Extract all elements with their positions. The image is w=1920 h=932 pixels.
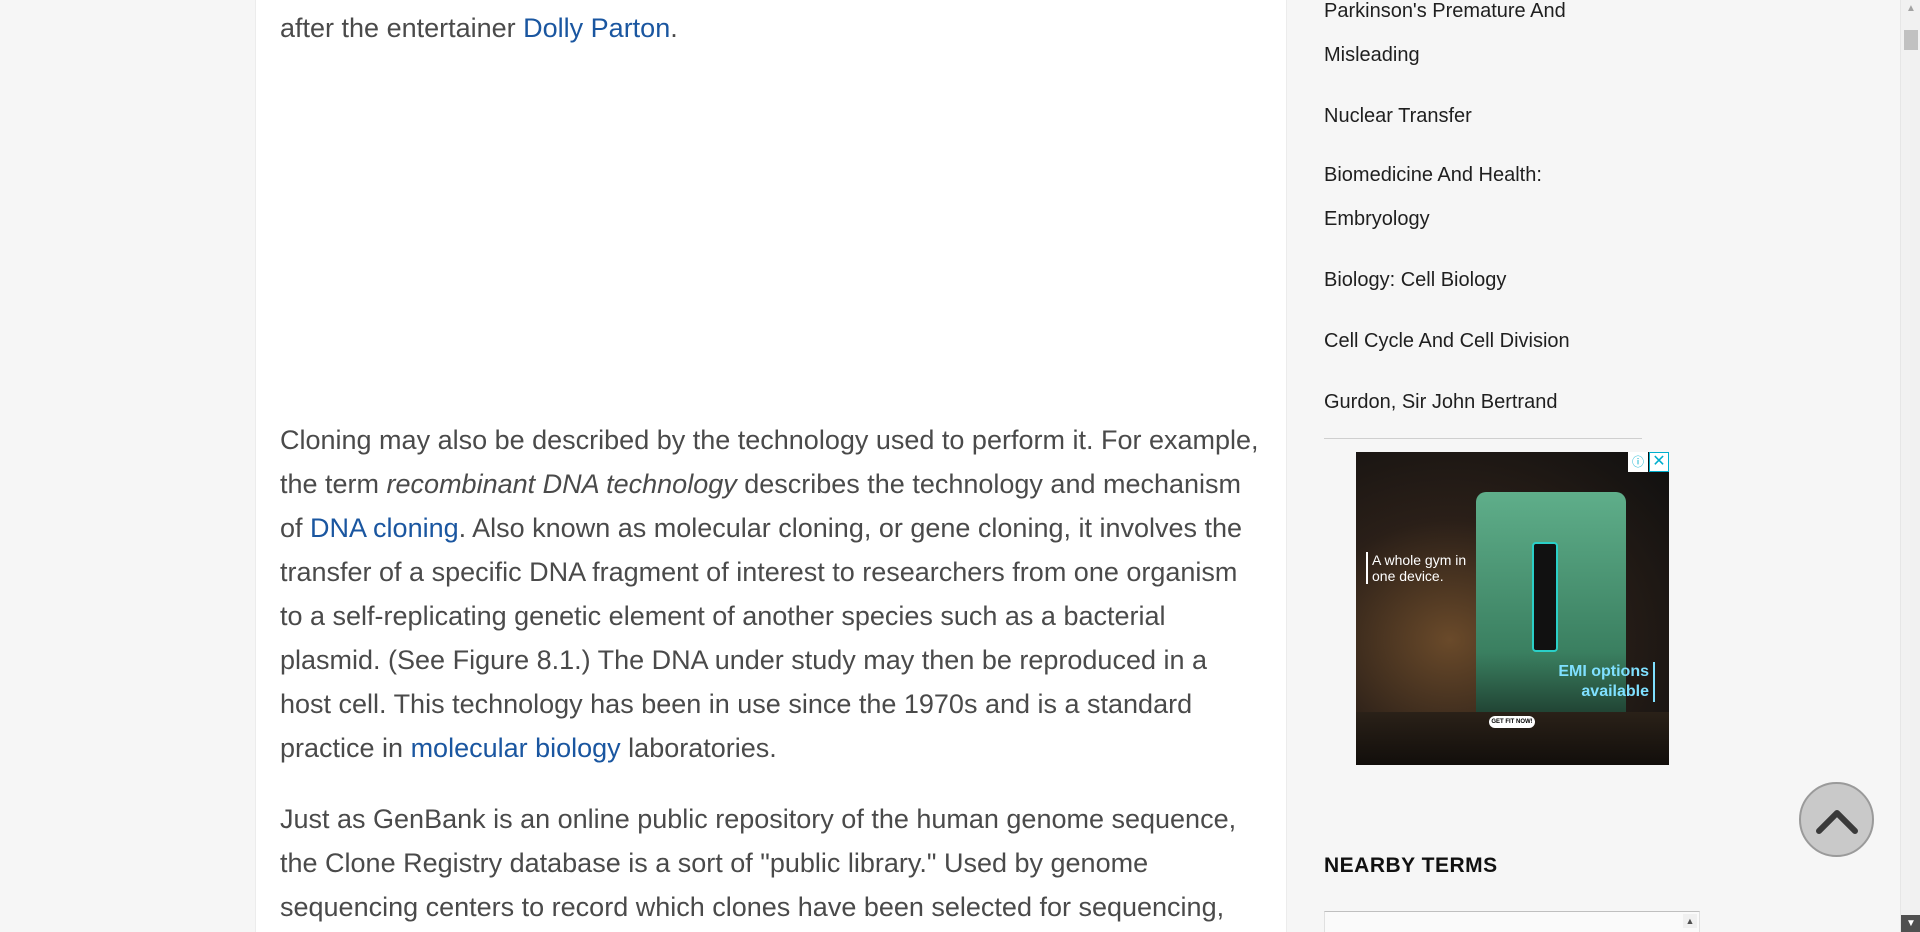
article-paragraph-cloning-technology: Cloning may also be described by the tec…: [280, 418, 1265, 770]
related-link-cell-cycle[interactable]: Cell Cycle And Cell Division: [1324, 319, 1624, 363]
link-dolly-parton[interactable]: Dolly Parton: [523, 13, 670, 43]
nearby-terms-list[interactable]: ▲: [1324, 911, 1700, 932]
article-ad-space: [280, 70, 1265, 390]
nearby-scroll-up-icon[interactable]: ▲: [1683, 914, 1697, 928]
scroll-down-arrow-icon[interactable]: ▼: [1901, 915, 1920, 932]
sidebar-divider: [1324, 438, 1642, 439]
ad-subline: EMI options available: [1545, 662, 1655, 702]
scroll-up-arrow-icon[interactable]: ▲: [1901, 0, 1920, 17]
ad-cta-button[interactable]: GET FIT NOW!: [1489, 716, 1535, 728]
related-link-cell-biology[interactable]: Biology: Cell Biology: [1324, 258, 1624, 302]
link-molecular-biology[interactable]: molecular biology: [411, 733, 621, 763]
scrollbar-thumb[interactable]: [1904, 30, 1918, 50]
article-paragraph-genbank: Just as GenBank is an online public repo…: [280, 804, 1237, 922]
back-to-top-button[interactable]: [1799, 782, 1874, 857]
related-link-gurdon[interactable]: Gurdon, Sir John Bertrand: [1324, 380, 1624, 424]
article-paragraph-fragment: after the entertainer Dolly Parton.: [280, 6, 678, 50]
link-dna-cloning[interactable]: DNA cloning: [310, 513, 459, 543]
sidebar-advertisement[interactable]: A whole gym in one device. EMI options a…: [1356, 452, 1669, 765]
page-scrollbar[interactable]: ▲ ▼: [1900, 0, 1920, 932]
ad-product-image: [1532, 542, 1558, 652]
ad-headline: A whole gym in one device.: [1366, 552, 1476, 584]
ad-info-icon[interactable]: ⓘ: [1628, 452, 1648, 472]
text-run: after the entertainer: [280, 13, 524, 43]
nearby-terms-heading: NEARBY TERMS: [1324, 854, 1498, 877]
related-link-nuclear-transfer[interactable]: Nuclear Transfer: [1324, 94, 1624, 138]
chevron-up-icon: [1815, 809, 1858, 834]
emphasis-term: recombinant DNA technology: [386, 469, 737, 499]
related-link-biomedicine-embryology[interactable]: Biomedicine And Health: Embryology: [1324, 153, 1624, 241]
text-run: . Also known as molecular cloning, or ge…: [280, 513, 1243, 763]
related-link-parkinsons[interactable]: Parkinson's Premature And Misleading: [1324, 0, 1624, 77]
text-run: laboratories.: [620, 733, 777, 763]
ad-close-icon[interactable]: ✕: [1649, 452, 1669, 472]
text-run: .: [670, 13, 678, 43]
